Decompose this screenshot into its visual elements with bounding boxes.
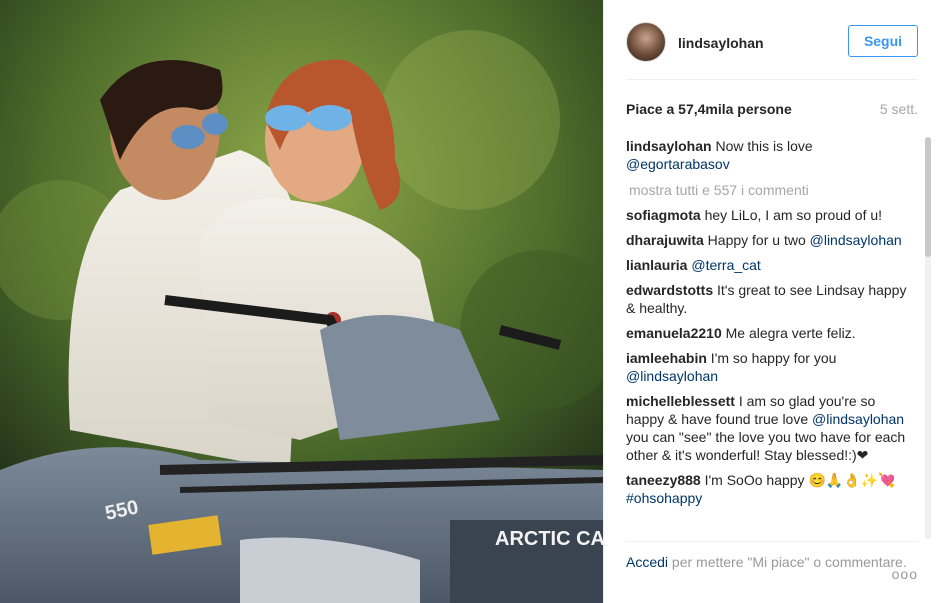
comment-mention[interactable]: @terra_cat — [691, 257, 760, 273]
comment-item: taneezy888 I'm SoOo happy 😊🙏👌✨💘 #ohsohap… — [626, 471, 918, 507]
comment-username[interactable]: edwardstotts — [626, 282, 713, 298]
comment-username[interactable]: iamleehabin — [626, 350, 707, 366]
more-options-icon[interactable]: ooo — [892, 565, 918, 583]
comments-scrollbar[interactable] — [925, 137, 931, 539]
comment-username[interactable]: lianlauria — [626, 257, 687, 273]
atv-brand-text: ARCTIC CAT — [495, 528, 603, 550]
comment-username[interactable]: sofiagmota — [626, 207, 701, 223]
photo-illustration: ARCTIC CAT 550 — [0, 0, 603, 603]
avatar[interactable] — [626, 22, 666, 62]
post-sidebar: lindsaylohan Segui Piace a 57,4mila pers… — [603, 0, 939, 603]
caption: lindsaylohan Now this is love @egortarab… — [626, 137, 918, 173]
caption-username[interactable]: lindsaylohan — [626, 138, 712, 154]
comment-mention[interactable]: @lindsaylohan — [626, 368, 718, 384]
show-all-comments-link[interactable]: mostra tutti e 557 i commenti — [629, 181, 918, 199]
post-footer: Accedi per mettere "Mi piace" o commenta… — [626, 541, 918, 601]
follow-button[interactable]: Segui — [848, 25, 918, 57]
post-header: lindsaylohan Segui — [626, 20, 918, 80]
instagram-post-view: ARCTIC CAT 550 lindsaylohan Segui Piace … — [0, 0, 939, 603]
comment-text: hey LiLo, I am so proud of u! — [700, 207, 883, 223]
comment-username[interactable]: emanuela2210 — [626, 325, 722, 341]
comment-item: lianlauria @terra_cat — [626, 256, 918, 274]
comment-text: Me alegra verte feliz. — [721, 325, 856, 341]
comment-username[interactable]: taneezy888 — [626, 472, 701, 488]
comments-list[interactable]: lindsaylohan Now this is love @egortarab… — [626, 137, 918, 539]
post-photo[interactable]: ARCTIC CAT 550 — [0, 0, 603, 603]
comment-hashtag[interactable]: #ohsohappy — [626, 489, 912, 507]
comment-text: I'm so happy for you — [706, 350, 837, 366]
login-link[interactable]: Accedi — [626, 554, 668, 570]
comment-item: iamleehabin I'm so happy for you @lindsa… — [626, 349, 918, 385]
caption-mention[interactable]: @egortarabasov — [626, 156, 730, 172]
comment-text-continued: you can "see" the love you two have for … — [626, 429, 906, 463]
login-prompt-text: per mettere "Mi piace" o commentare. — [668, 554, 907, 570]
comment-mention[interactable]: @lindsaylohan — [810, 232, 902, 248]
comment-item: michelleblessett I am so glad you're so … — [626, 392, 918, 464]
comment-mention[interactable]: @lindsaylohan — [812, 411, 904, 427]
comment-item: sofiagmota hey LiLo, I am so proud of u! — [626, 206, 918, 224]
likes-row: Piace a 57,4mila persone 5 sett. — [626, 101, 918, 117]
scrollbar-thumb[interactable] — [925, 137, 931, 257]
caption-text: Now this is love — [711, 138, 813, 154]
comment-text: Happy for u two — [703, 232, 810, 248]
comment-item: dharajuwita Happy for u two @lindsayloha… — [626, 231, 918, 249]
comment-text: I'm SoOo happy 😊🙏👌✨💘 — [700, 472, 896, 488]
likes-count[interactable]: Piace a 57,4mila persone — [626, 101, 792, 117]
comment-username[interactable]: dharajuwita — [626, 232, 704, 248]
comment-item: edwardstotts It's great to see Lindsay h… — [626, 281, 918, 317]
post-age[interactable]: 5 sett. — [880, 101, 918, 117]
author-username[interactable]: lindsaylohan — [678, 35, 764, 51]
comment-username[interactable]: michelleblessett — [626, 393, 735, 409]
comment-item: emanuela2210 Me alegra verte feliz. — [626, 324, 918, 342]
